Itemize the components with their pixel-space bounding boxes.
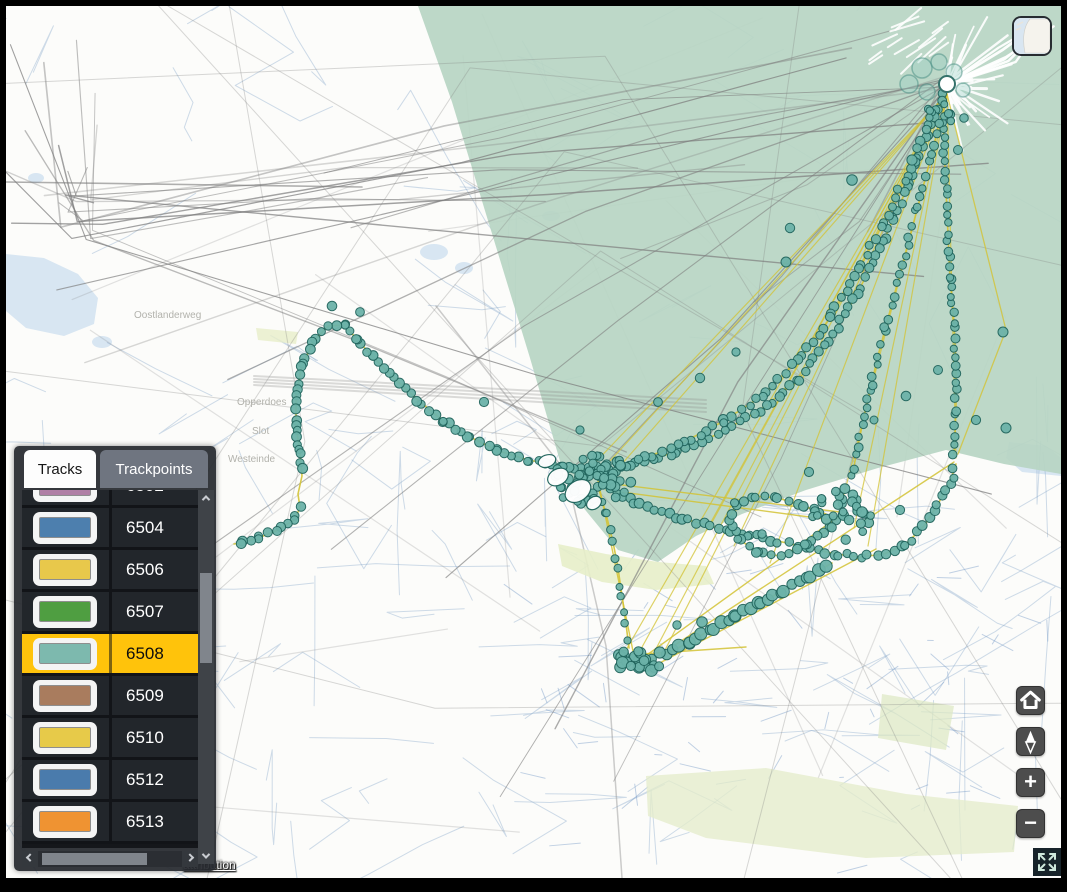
fullscreen-button[interactable] — [1033, 848, 1061, 876]
map-canvas[interactable]: Opperdoes Slot Westeinde Oostlanderweg + — [6, 6, 1061, 878]
track-id-label: 6504 — [109, 508, 198, 547]
tab-tracks-label: Tracks — [38, 461, 82, 478]
track-row[interactable]: 6508 — [22, 634, 198, 676]
compass-button[interactable] — [1016, 727, 1045, 756]
zoom-in-icon: + — [1024, 771, 1037, 793]
track-id-label: 6507 — [109, 592, 198, 631]
track-color-swatch — [33, 638, 97, 670]
track-id-label: 6509 — [109, 676, 198, 715]
chevron-right-icon — [186, 853, 194, 861]
home-icon — [1017, 686, 1044, 715]
svg-text:Westeinde: Westeinde — [228, 454, 276, 465]
compass-icon — [1017, 727, 1044, 756]
track-id-label: 6508 — [109, 634, 198, 673]
track-id-label: 6502 — [109, 490, 198, 505]
zoom-out-button[interactable]: − — [1016, 809, 1045, 838]
chevron-down-icon — [202, 850, 210, 858]
overview-map-icon — [1014, 18, 1050, 54]
fullscreen-icon — [1035, 850, 1059, 874]
chevron-up-icon — [202, 495, 210, 503]
track-id-label: 6506 — [109, 550, 198, 589]
app-window: Opperdoes Slot Westeinde Oostlanderweg + — [0, 0, 1067, 892]
track-color-swatch — [33, 680, 97, 712]
track-list-viewport: 6502 65046506650765086509651065126513 — [22, 490, 198, 848]
vertical-scrollbar[interactable] — [198, 490, 214, 864]
svg-text:Oostlanderweg: Oostlanderweg — [134, 310, 201, 321]
scroll-down-button[interactable] — [198, 848, 214, 864]
svg-text:Opperdoes: Opperdoes — [237, 397, 286, 408]
chevron-left-icon — [26, 853, 34, 861]
tab-tracks[interactable]: Tracks — [24, 450, 96, 488]
home-button[interactable] — [1016, 686, 1045, 715]
track-row[interactable]: 6506 — [22, 550, 198, 592]
track-row[interactable]: 6513 — [22, 802, 198, 844]
horizontal-scroll-thumb[interactable] — [42, 853, 147, 865]
zoom-in-button[interactable]: + — [1016, 768, 1045, 797]
vertical-scroll-thumb[interactable] — [200, 573, 212, 663]
track-row[interactable]: 6510 — [22, 718, 198, 760]
scroll-up-button[interactable] — [198, 490, 214, 506]
track-color-swatch — [33, 596, 97, 628]
track-id-label: 6513 — [109, 802, 198, 841]
horizontal-scrollbar[interactable] — [22, 851, 198, 867]
track-color-swatch — [33, 512, 97, 544]
track-color-swatch — [33, 554, 97, 586]
track-row[interactable]: 6502 — [22, 490, 198, 508]
track-row[interactable]: 6507 — [22, 592, 198, 634]
scroll-right-button[interactable] — [182, 851, 198, 867]
track-row[interactable]: 6509 — [22, 676, 198, 718]
track-color-swatch — [33, 490, 97, 502]
track-color-swatch — [33, 806, 97, 838]
tab-trackpoints-label: Trackpoints — [116, 461, 193, 478]
track-row[interactable]: 6504 — [22, 508, 198, 550]
tab-trackpoints[interactable]: Trackpoints — [100, 450, 208, 488]
overview-map-toggle[interactable] — [1012, 16, 1052, 56]
track-color-swatch — [33, 764, 97, 796]
track-id-label: 6510 — [109, 718, 198, 757]
track-id-label: 6512 — [109, 760, 198, 799]
svg-text:Slot: Slot — [252, 426, 269, 437]
zoom-out-icon: − — [1024, 812, 1037, 834]
track-row[interactable]: 6512 — [22, 760, 198, 802]
scroll-left-button[interactable] — [22, 851, 38, 867]
track-color-swatch — [33, 722, 97, 754]
tracks-panel: Tracks Trackpoints 650265046506650765086… — [14, 446, 216, 871]
track-list: 6502 65046506650765086509651065126513 — [22, 490, 198, 844]
